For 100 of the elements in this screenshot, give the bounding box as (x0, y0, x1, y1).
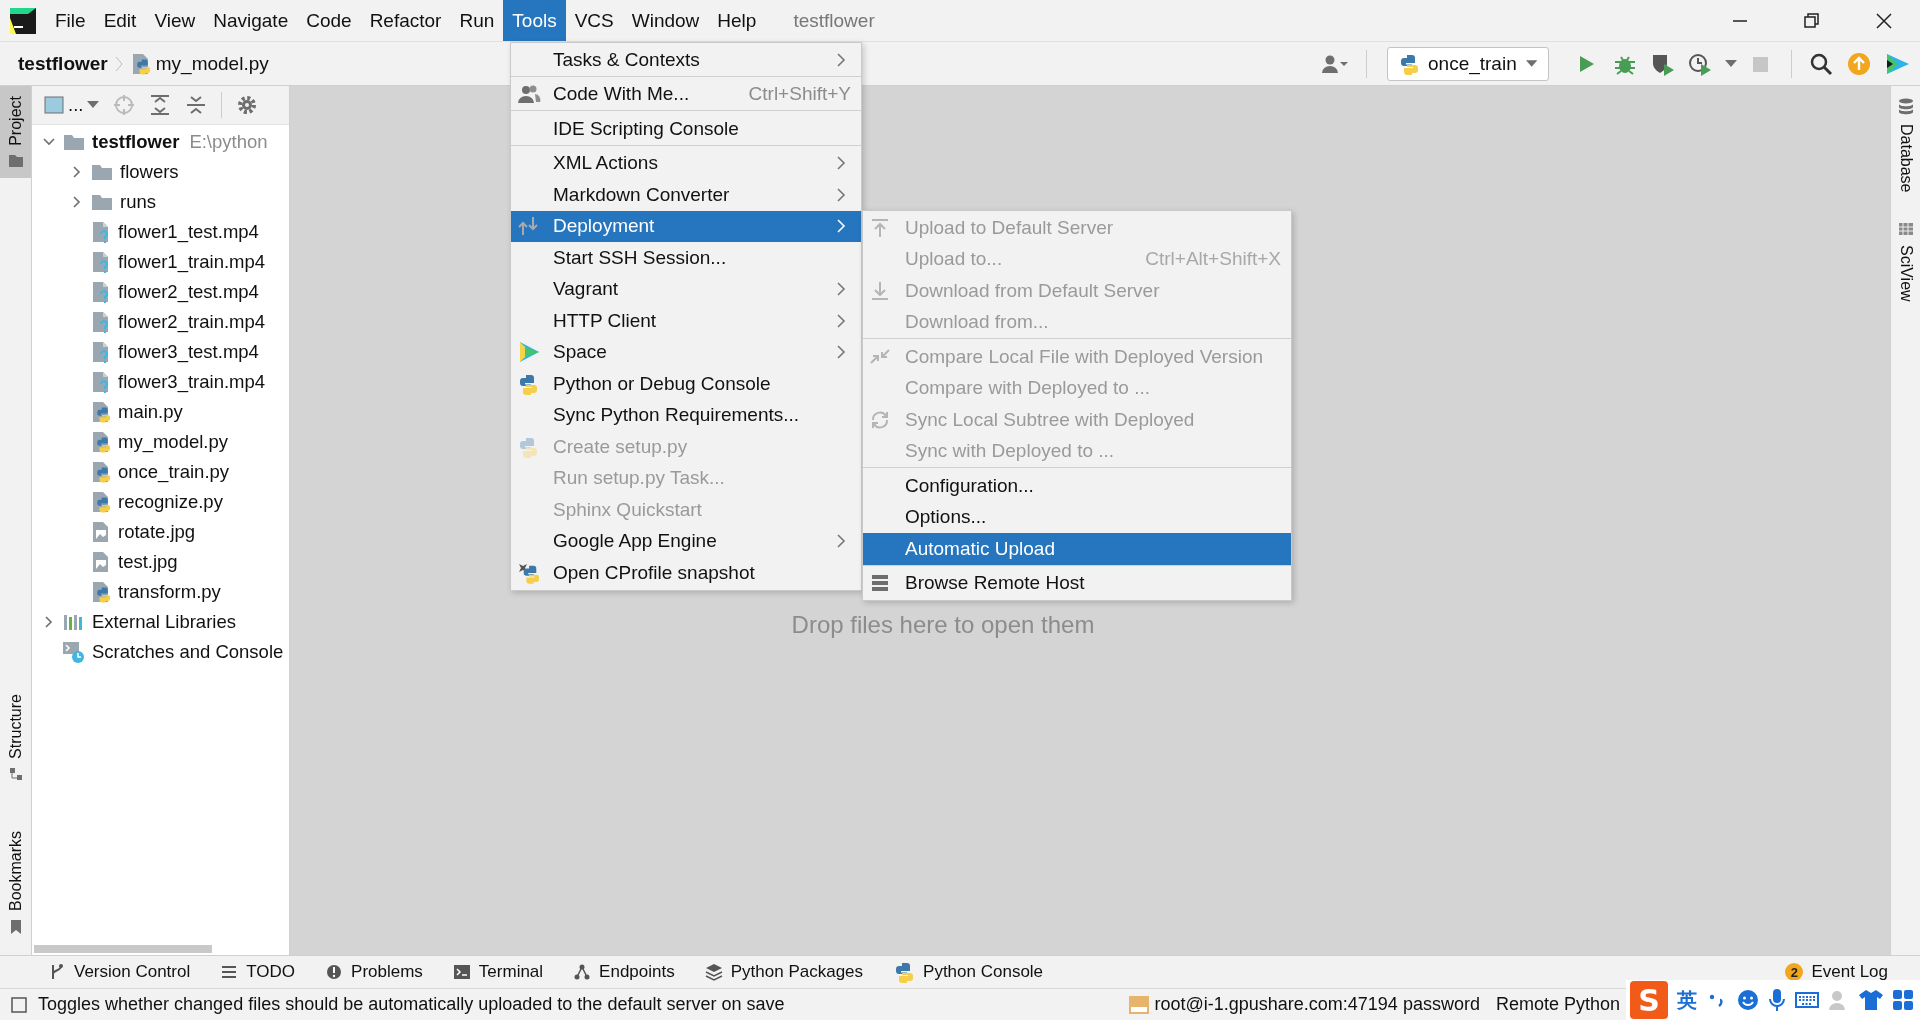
menu-item[interactable]: HTTP Client (511, 305, 861, 337)
breadcrumb-item[interactable]: testflower (18, 52, 108, 75)
menu-item[interactable]: Help (708, 0, 766, 41)
folder-icon (7, 153, 24, 168)
shirt-icon[interactable] (1859, 989, 1883, 1011)
tool-window-tab[interactable]: Structure (0, 684, 31, 791)
menu-item[interactable]: Options... (863, 501, 1291, 533)
tree-item[interactable]: flower1_train.mp4 (118, 251, 266, 273)
menu-item[interactable]: Code With Me... Ctrl+Shift+Y (511, 78, 861, 111)
tree-item[interactable]: transform.py (118, 581, 221, 603)
tree-item[interactable]: my_model.py (118, 431, 228, 453)
panel-icon (44, 96, 64, 114)
tree-item[interactable]: recognize.py (118, 491, 223, 513)
python-icon (1398, 52, 1420, 75)
tool-window-tab[interactable]: SciView (1896, 244, 1915, 302)
menu-item[interactable]: VCS (565, 0, 623, 41)
run-configuration-dropdown[interactable]: once_train (1387, 46, 1549, 81)
app-logo-icon[interactable] (10, 7, 36, 34)
microphone-icon[interactable] (1768, 988, 1786, 1012)
connection-status[interactable]: root@i-1.gpushare.com:47194 password (1154, 994, 1480, 1015)
tool-window-tab[interactable]: TODO (246, 962, 296, 982)
tool-window-tab[interactable]: Python Packages (730, 962, 864, 982)
tree-item[interactable]: runs (120, 191, 156, 213)
tool-window-tab[interactable]: Database (1896, 124, 1915, 193)
database-icon (1897, 98, 1914, 116)
python-file-icon (90, 580, 112, 604)
folder-icon (90, 162, 114, 182)
menu-item[interactable]: Sync Python Requirements... (511, 399, 861, 431)
tree-item[interactable]: flowers (120, 161, 179, 183)
tool-window-tab[interactable]: Version Control (74, 962, 191, 982)
settings-icon[interactable] (236, 94, 259, 116)
breadcrumb-item[interactable]: my_model.py (155, 52, 269, 75)
grid-icon (1897, 220, 1914, 237)
menu-item[interactable]: Automatic Upload (863, 533, 1291, 566)
tree-item[interactable]: flower3_test.mp4 (118, 341, 259, 363)
collapse-all-icon[interactable] (185, 94, 208, 116)
tool-window-tab[interactable]: Terminal (478, 962, 544, 982)
menu-item[interactable]: Edit (94, 0, 146, 41)
scrollbar[interactable] (34, 945, 212, 953)
menu-item[interactable]: Configuration... (863, 470, 1291, 502)
tool-window-tab[interactable]: Python Console (923, 962, 1044, 982)
menu-item[interactable]: File (46, 0, 95, 41)
menu-item[interactable]: Tasks & Contexts (511, 44, 861, 77)
tree-item[interactable]: once_train.py (118, 461, 230, 483)
menu-item[interactable]: Tools (503, 0, 566, 41)
restore-icon[interactable] (1803, 11, 1821, 30)
menu-item[interactable]: Refactor (360, 0, 451, 41)
view-selector[interactable]: ... (44, 94, 100, 116)
tree-item[interactable]: Scratches and Console (92, 641, 284, 663)
menu-item[interactable]: Start SSH Session... (511, 242, 861, 274)
tool-window-tab[interactable]: Problems (351, 962, 423, 982)
tree-item[interactable]: flower2_train.mp4 (118, 311, 266, 333)
tree-item[interactable]: flower1_test.mp4 (118, 221, 259, 243)
tree-item[interactable]: flower3_train.mp4 (118, 371, 266, 393)
tool-window-tab[interactable]: Bookmarks (0, 820, 31, 945)
expand-all-icon[interactable] (149, 94, 172, 116)
menu-item[interactable]: Browse Remote Host (863, 567, 1291, 599)
keyboard-icon[interactable] (1795, 990, 1819, 1010)
menu-item[interactable]: Python or Debug Console (511, 368, 861, 400)
upload-icon (869, 216, 891, 239)
interpreter-status[interactable]: Remote Python (1495, 994, 1620, 1015)
close-icon[interactable] (1875, 11, 1893, 30)
download-icon (869, 279, 891, 302)
menu-item[interactable]: Space (511, 336, 861, 368)
tool-window-tab[interactable]: Endpoints (599, 962, 675, 982)
tool-window-tab[interactable]: Project (0, 86, 31, 178)
panel-toggle-icon[interactable] (10, 995, 28, 1014)
python-file-icon (90, 400, 112, 424)
menu-item[interactable]: View (145, 0, 205, 41)
sync-icon (869, 408, 891, 431)
tree-item[interactable]: main.py (118, 401, 183, 423)
menu-item[interactable]: Code (297, 0, 361, 41)
layers-icon (704, 963, 723, 981)
caret-icon[interactable] (1725, 59, 1737, 68)
tree-item[interactable]: rotate.jpg (118, 521, 196, 543)
menu-item[interactable]: Navigate (204, 0, 298, 41)
menu-item[interactable]: Deployment (511, 210, 861, 242)
menu-item[interactable]: Markdown Converter (511, 179, 861, 211)
menu-item[interactable]: Window (622, 0, 709, 41)
tool-window-tab[interactable]: Event Log (1811, 962, 1888, 982)
menu-item[interactable]: IDE Scripting Console (511, 113, 861, 146)
tree-item[interactable]: test.jpg (118, 551, 178, 573)
endpoints-icon (573, 963, 592, 981)
emoji-icon[interactable] (1737, 989, 1759, 1011)
menu-item[interactable]: Run (450, 0, 504, 41)
project-path: E:\python (189, 131, 268, 153)
tree-item[interactable]: testflower (92, 131, 180, 153)
tree-item[interactable]: External Libraries (92, 611, 236, 633)
menu-item[interactable]: XML Actions (511, 147, 861, 179)
caret-icon (1524, 58, 1538, 69)
menu-item[interactable]: Google App Engine (511, 525, 861, 557)
python-file-icon (90, 490, 112, 514)
status-message: Toggles whether changed files should be automatically uploaded to the default server on save (38, 994, 785, 1015)
python-icon (517, 372, 539, 395)
tree-item[interactable]: flower2_test.mp4 (118, 281, 259, 303)
grid-menu-icon[interactable] (1892, 989, 1914, 1011)
menu-item[interactable]: Open CProfile snapshot (511, 557, 861, 589)
menu-item[interactable]: Vagrant (511, 273, 861, 305)
folder-icon (62, 132, 86, 152)
input-mode-toggle[interactable]: 英 (1677, 986, 1697, 1014)
